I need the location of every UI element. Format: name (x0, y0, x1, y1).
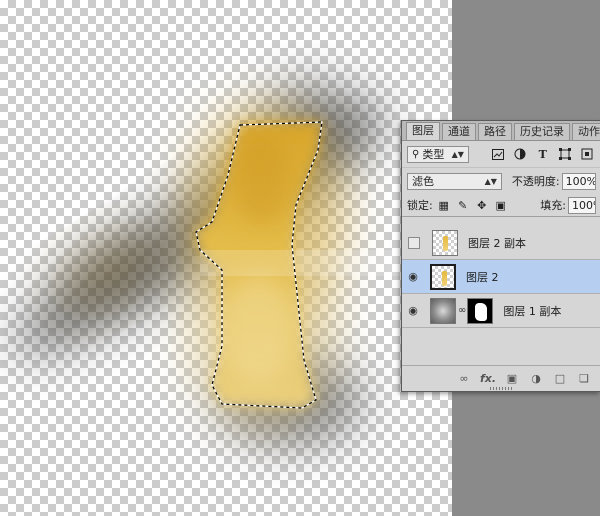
fx-icon[interactable]: fx. (479, 372, 497, 385)
layer-mask-thumbnail[interactable] (467, 297, 494, 324)
fill-field[interactable]: 100% (568, 196, 596, 214)
new-adjustment-layer-icon[interactable]: ◑ (527, 372, 545, 385)
tab-paths[interactable]: 路径 (478, 123, 512, 140)
chain-link-icon[interactable]: ∞ (458, 305, 466, 316)
pixel-filter-icon[interactable] (489, 145, 506, 163)
smart-object-filter-icon[interactable] (579, 145, 596, 163)
opacity-field[interactable]: 100% (561, 172, 596, 190)
panel-tabs: 图层 通道 路径 历史记录 动作 (402, 121, 600, 141)
layers-panel-footer: ∞ fx. ▣ ◑ □ ❏ (402, 365, 600, 391)
visibility-toggle-off[interactable] (408, 236, 420, 249)
link-layers-icon[interactable]: ∞ (455, 372, 473, 385)
filter-kind-label: 类型 (422, 148, 445, 161)
tab-actions[interactable]: 动作 (572, 123, 600, 140)
panel-resize-grip[interactable] (489, 387, 514, 390)
search-icon: ⚲ (412, 148, 420, 160)
new-group-icon[interactable]: □ (551, 372, 569, 385)
shape-filter-icon[interactable] (556, 145, 573, 163)
tab-channels[interactable]: 通道 (442, 123, 476, 140)
filter-kind-select[interactable]: ⚲ 类型 ▲▼ (407, 145, 469, 163)
layer-name: 图层 2 副本 (468, 236, 526, 250)
lock-position-icon[interactable]: ✥ (474, 199, 490, 212)
fill-label: 填充: (540, 199, 566, 212)
eye-icon[interactable]: ◉ (402, 304, 424, 317)
layer-thumbnail (430, 297, 456, 324)
layers-list: 图层 2 副本 ◉ 图层 2 ◉ ∞ 图层 1 副本 (402, 226, 600, 328)
layers-panel: 图层 通道 路径 历史记录 动作 ⚲ 类型 ▲▼ T 滤色 ▲▼ 不透明度: 1… (401, 120, 600, 392)
lock-all-icon[interactable]: ▣ (493, 199, 509, 212)
spinner-arrows-icon: ▲▼ (451, 149, 464, 159)
layer-row[interactable]: 图层 2 副本 (402, 226, 600, 260)
lock-transparent-pixels-icon[interactable]: ▦ (436, 199, 452, 212)
layer-name: 图层 1 副本 (503, 304, 562, 318)
opacity-label: 不透明度: (511, 175, 560, 188)
tab-layers[interactable]: 图层 (406, 122, 440, 140)
eye-icon[interactable]: ◉ (402, 270, 424, 283)
adjustment-filter-icon[interactable] (512, 145, 529, 163)
layer-filter-row: ⚲ 类型 ▲▼ T (402, 141, 600, 168)
lock-fill-row: 锁定: ▦ ✎ ✥ ▣ 填充: 100% (402, 194, 600, 217)
blend-mode-select[interactable]: 滤色 ▲▼ (407, 172, 502, 190)
lock-image-pixels-icon[interactable]: ✎ (455, 199, 471, 212)
blend-opacity-row: 滤色 ▲▼ 不透明度: 100% (402, 168, 600, 194)
blend-mode-value: 滤色 (412, 175, 434, 188)
layer-thumbnail (430, 263, 456, 290)
layer-thumbnail (432, 229, 458, 256)
add-mask-icon[interactable]: ▣ (503, 372, 521, 385)
glowing-shape-artwork (14, 80, 400, 445)
type-filter-icon[interactable]: T (534, 145, 551, 163)
document-canvas[interactable] (0, 0, 452, 516)
layer-name: 图层 2 (466, 270, 499, 284)
spinner-arrows-icon: ▲▼ (484, 176, 497, 186)
tab-history[interactable]: 历史记录 (514, 123, 570, 140)
lock-label: 锁定: (407, 199, 433, 212)
layer-row[interactable]: ◉ ∞ 图层 1 副本 (402, 294, 600, 328)
layer-row-selected[interactable]: ◉ 图层 2 (402, 260, 600, 294)
new-layer-icon[interactable]: ❏ (575, 372, 593, 385)
